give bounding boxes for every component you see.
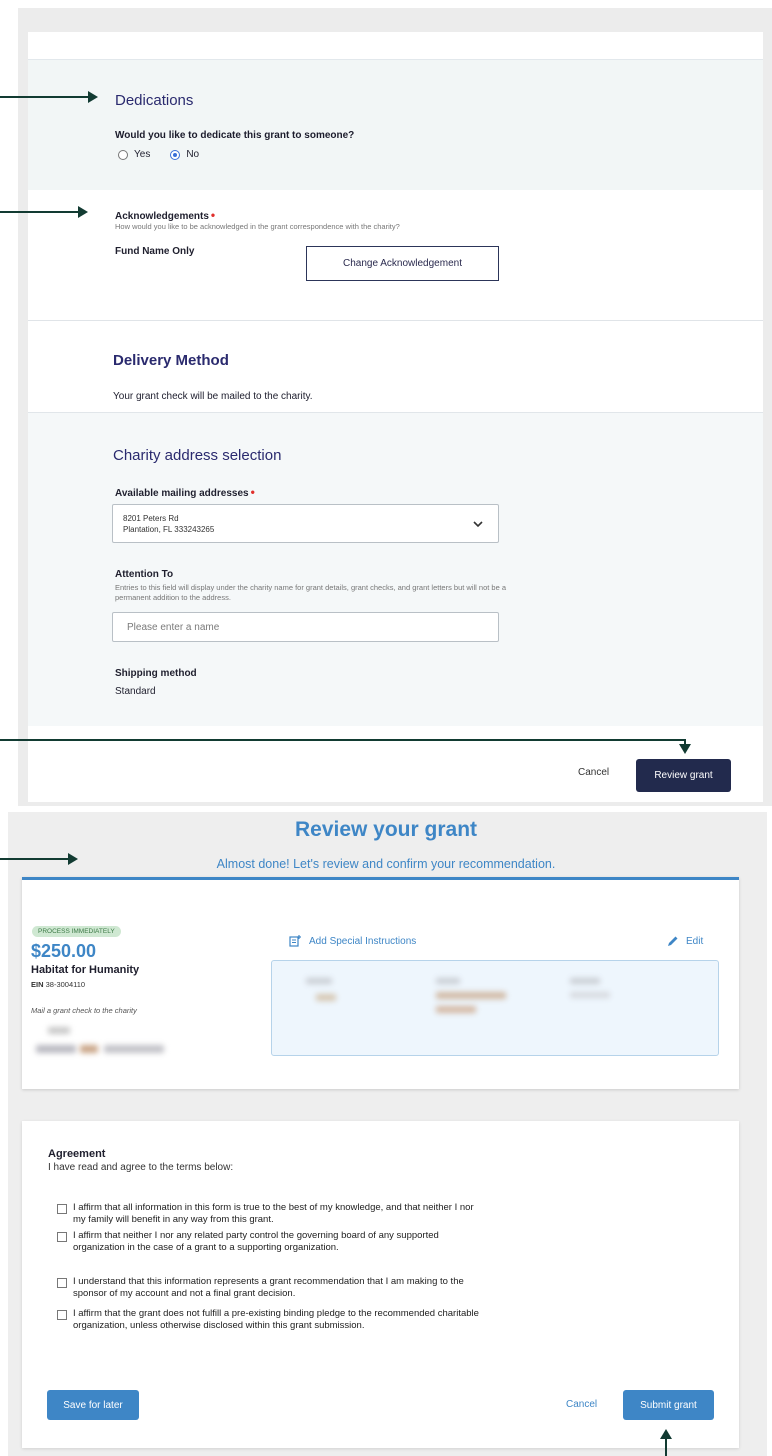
annotation-arrow-line bbox=[0, 739, 686, 741]
note-add-icon bbox=[289, 935, 301, 947]
grant-amount: $250.00 bbox=[31, 941, 97, 961]
attention-to-input[interactable] bbox=[112, 612, 499, 642]
blurred-detail bbox=[436, 1006, 476, 1013]
blurred-detail bbox=[570, 978, 600, 984]
redacted-address bbox=[104, 1045, 164, 1053]
required-indicator: • bbox=[250, 485, 255, 499]
agreement-item-text: I understand that this information repre… bbox=[73, 1276, 464, 1299]
chevron-down-icon bbox=[473, 521, 483, 528]
dedication-question: Would you like to dedicate this grant to… bbox=[115, 130, 355, 141]
agreement-item: I affirm that all information in this fo… bbox=[57, 1202, 483, 1226]
form-top-strip bbox=[28, 32, 763, 60]
attention-to-help: Entries to this field will display under… bbox=[115, 583, 507, 602]
address-line-1: 8201 Peters Rd bbox=[123, 514, 179, 523]
blurred-detail bbox=[570, 992, 610, 998]
annotation-arrow-line bbox=[0, 96, 90, 98]
blurred-detail bbox=[316, 994, 336, 1001]
special-instructions-label: Add Special Instructions bbox=[309, 935, 417, 947]
section-divider bbox=[28, 320, 763, 321]
annotation-arrow-line bbox=[665, 1438, 667, 1456]
redacted-address bbox=[80, 1045, 98, 1053]
shipping-method-value: Standard bbox=[115, 686, 156, 697]
process-immediately-badge: PROCESS IMMEDIATELY bbox=[32, 926, 121, 937]
shipping-method-label: Shipping method bbox=[115, 668, 197, 679]
edit-link[interactable]: Edit bbox=[667, 935, 703, 947]
charity-ein: EIN 38-3004110 bbox=[31, 980, 86, 989]
review-title: Review your grant bbox=[294, 818, 478, 841]
pencil-icon bbox=[668, 936, 678, 946]
charity-name: Habitat for Humanity bbox=[31, 964, 140, 976]
change-acknowledgement-button[interactable]: Change Acknowledgement bbox=[306, 246, 499, 281]
agreement-item-text: I affirm that neither I nor any related … bbox=[73, 1230, 439, 1253]
annotation-arrow-head bbox=[78, 206, 88, 218]
dedication-no-option[interactable]: No bbox=[170, 149, 199, 160]
edit-label: Edit bbox=[686, 935, 704, 947]
attention-to-label: Attention To bbox=[115, 569, 174, 580]
blurred-detail bbox=[436, 978, 460, 984]
radio-no[interactable] bbox=[170, 149, 181, 160]
review-subtitle: Almost done! Let's review and confirm yo… bbox=[216, 857, 556, 871]
dedication-radio-group: Yes No bbox=[118, 149, 199, 160]
dedications-title: Dedications bbox=[115, 92, 194, 109]
blurred-detail bbox=[436, 992, 506, 999]
delivery-method-text: Your grant check will be mailed to the c… bbox=[113, 391, 313, 402]
mailing-addresses-label: Available mailing addresses • bbox=[115, 485, 255, 499]
add-special-instructions-link[interactable]: Add Special Instructions bbox=[289, 935, 416, 947]
mail-check-note: Mail a grant check to the charity bbox=[31, 1006, 137, 1015]
agreement-subtitle: I have read and agree to the terms below… bbox=[48, 1162, 234, 1173]
annotation-arrow-head bbox=[679, 744, 691, 754]
submit-grant-button[interactable]: Submit grant bbox=[623, 1390, 714, 1420]
acknowledgement-value: Fund Name Only bbox=[115, 246, 195, 257]
agreement-item-text: I affirm that all information in this fo… bbox=[73, 1202, 474, 1225]
bottom-cancel-link[interactable]: Cancel bbox=[566, 1399, 597, 1410]
acknowledgements-help: How would you like to be acknowledged in… bbox=[115, 222, 400, 231]
annotation-arrow-head bbox=[88, 91, 98, 103]
charity-address-title: Charity address selection bbox=[113, 447, 282, 464]
agreement-item: I understand that this information repre… bbox=[57, 1276, 483, 1300]
mailing-address-select[interactable]: 8201 Peters Rd Plantation, FL 333243265 bbox=[112, 504, 499, 543]
agreement-item-text: I affirm that the grant does not fulfill… bbox=[73, 1308, 479, 1331]
agreement-checkbox[interactable] bbox=[57, 1278, 67, 1288]
delivery-method-title: Delivery Method bbox=[113, 352, 229, 369]
agreement-item: I affirm that the grant does not fulfill… bbox=[57, 1308, 483, 1332]
radio-no-label: No bbox=[186, 149, 200, 160]
acknowledgements-title: Acknowledgements • bbox=[115, 208, 216, 222]
dedications-section bbox=[28, 60, 763, 190]
required-indicator: • bbox=[210, 208, 216, 222]
address-line-2: Plantation, FL 333243265 bbox=[123, 525, 215, 534]
redacted-address bbox=[36, 1045, 76, 1053]
blurred-detail bbox=[306, 978, 332, 984]
save-for-later-button[interactable]: Save for later bbox=[47, 1390, 139, 1420]
agreement-checkbox[interactable] bbox=[57, 1232, 67, 1242]
radio-yes[interactable] bbox=[118, 149, 128, 160]
grant-details-preview bbox=[271, 960, 719, 1056]
agreement-checkbox[interactable] bbox=[57, 1310, 67, 1320]
agreement-item: I affirm that neither I nor any related … bbox=[57, 1230, 483, 1254]
agreement-title: Agreement bbox=[48, 1148, 106, 1160]
review-grant-button[interactable]: Review grant bbox=[636, 759, 731, 792]
cancel-link[interactable]: Cancel bbox=[578, 767, 609, 778]
dedication-yes-option[interactable]: Yes bbox=[118, 149, 150, 160]
radio-yes-label: Yes bbox=[134, 149, 151, 160]
redacted-address bbox=[48, 1027, 70, 1034]
annotation-arrow-line bbox=[0, 211, 80, 213]
agreement-checkbox[interactable] bbox=[57, 1204, 67, 1214]
